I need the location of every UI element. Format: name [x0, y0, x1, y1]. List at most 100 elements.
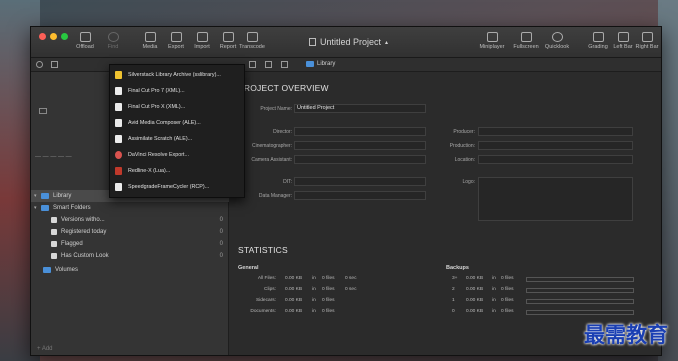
- dit-field[interactable]: [294, 177, 426, 186]
- logo-drop-area[interactable]: [478, 177, 633, 221]
- breadcrumb[interactable]: Library: [306, 61, 335, 67]
- report-label: Report: [219, 44, 237, 50]
- backup-count-label: 1: [452, 298, 455, 303]
- sidebar-item-label: Flagged: [61, 241, 83, 247]
- general-heading: General: [238, 265, 259, 271]
- sidebar-item-label: Has Custom Look: [61, 253, 109, 259]
- menu-item-redline[interactable]: Redline-X (Lua)...: [110, 163, 246, 179]
- stat-files: 0 files: [501, 309, 514, 314]
- project-overview-heading: PROJECT OVERVIEW: [238, 83, 329, 93]
- sidebar-item-label: Volumes: [55, 267, 79, 273]
- document-icon: [115, 87, 122, 95]
- menu-item-avid[interactable]: Avid Media Composer (ALE)...: [110, 115, 246, 131]
- project-name-field[interactable]: Untitled Project: [294, 104, 426, 113]
- sidebar-item-smart-folders[interactable]: ▾ Smart Folders: [31, 202, 229, 214]
- volumes-folder-icon: [43, 267, 51, 273]
- stat-in: in: [312, 287, 316, 292]
- stat-files: 0 files: [322, 287, 335, 292]
- stat-in: in: [492, 276, 496, 281]
- transcode-button[interactable]: Transcode: [237, 32, 267, 50]
- grading-button[interactable]: Grading: [584, 32, 612, 50]
- item-count: 0: [219, 253, 223, 259]
- grid-view-icon[interactable]: [249, 61, 256, 68]
- disclosure-triangle-icon[interactable]: ▾: [34, 202, 37, 214]
- miniplayer-label: Miniplayer: [479, 44, 505, 50]
- chevron-up-icon: ▴: [385, 39, 389, 46]
- list-view-icon[interactable]: [265, 61, 272, 68]
- statistics-heading: STATISTICS: [238, 245, 288, 255]
- sidebar-item-flagged[interactable]: Flagged 0: [31, 238, 229, 250]
- zoom-button[interactable]: [61, 33, 68, 40]
- sidebar-item-volumes[interactable]: Volumes: [31, 264, 229, 276]
- menu-item-scratch[interactable]: Assimilate Scratch (ALE)...: [110, 131, 246, 147]
- calendar-icon[interactable]: [51, 61, 58, 68]
- document-icon: [309, 38, 316, 46]
- sidebar-item-registered-today[interactable]: Registered today 0: [31, 226, 229, 238]
- data-manager-field[interactable]: [294, 191, 426, 200]
- menu-item-fcpx[interactable]: Final Cut Pro X (XML)...: [110, 99, 246, 115]
- quicklook-button[interactable]: Quicklook: [542, 32, 572, 50]
- backup-progress-bar: [526, 310, 634, 315]
- export-label: Export: [168, 44, 184, 50]
- production-label: Production:: [449, 143, 475, 149]
- sidebar-item-label: Versions witho...: [61, 217, 105, 223]
- stat-files: 0 files: [501, 287, 514, 292]
- stat-in: in: [492, 298, 496, 303]
- menu-item-label: Final Cut Pro 7 (XML)...: [128, 88, 185, 94]
- menu-item-label: SpeedgradeFrameCycler (RCP)...: [128, 184, 210, 190]
- detail-view-icon[interactable]: [281, 61, 288, 68]
- stat-row-all-files: All Files: 0.00 KB in 0 files 0 sec: [230, 276, 430, 284]
- item-count: 0: [219, 217, 223, 223]
- director-field[interactable]: [294, 127, 426, 136]
- folder-icon: [306, 61, 314, 67]
- find-label: Find: [107, 44, 119, 50]
- menu-item-speedgrade[interactable]: SpeedgradeFrameCycler (RCP)...: [110, 179, 246, 195]
- menu-item-fcp7[interactable]: Final Cut Pro 7 (XML)...: [110, 83, 246, 99]
- quicklook-icon: [551, 32, 563, 42]
- item-count: 0: [219, 229, 223, 235]
- stat-in: in: [492, 309, 496, 314]
- fullscreen-label: Fullscreen: [513, 44, 539, 50]
- smart-folder-icon: [41, 205, 49, 211]
- document-icon: [115, 103, 122, 111]
- backup-progress-bar: [526, 299, 634, 304]
- power-icon[interactable]: [36, 61, 43, 68]
- window-title[interactable]: Untitled Project ▴: [309, 37, 388, 47]
- right-bar-button[interactable]: Right Bar: [633, 32, 661, 50]
- producer-field[interactable]: [478, 127, 633, 136]
- document-icon: [115, 119, 122, 127]
- export-button[interactable]: Export: [162, 32, 190, 50]
- backup-count-label: 2: [452, 287, 455, 292]
- import-icon: [196, 32, 208, 42]
- production-field[interactable]: [478, 141, 633, 150]
- location-field[interactable]: [478, 155, 633, 164]
- sidebar-item-has-custom-look[interactable]: Has Custom Look 0: [31, 250, 229, 262]
- stat-size: 0.00 KB: [466, 298, 484, 303]
- right-bar-icon: [641, 32, 653, 42]
- menu-item-label: Silverstack Library Archive (sslibrary).…: [128, 72, 221, 78]
- sidebar-item-label: Smart Folders: [53, 205, 91, 211]
- location-label: Location:: [454, 157, 475, 163]
- resolve-icon: [115, 151, 122, 159]
- disclosure-triangle-icon[interactable]: ▾: [34, 190, 37, 202]
- sidebar-separator: — — — — —: [35, 154, 72, 160]
- find-button[interactable]: Find: [99, 32, 127, 50]
- add-button[interactable]: + Add: [37, 346, 53, 352]
- miniplayer-button[interactable]: Miniplayer: [477, 32, 507, 50]
- stat-row-sidecars: Sidecars: 0.00 KB in 0 files: [230, 298, 430, 306]
- camera-assistant-field[interactable]: [294, 155, 426, 164]
- stat-size: 0.00 KB: [466, 276, 484, 281]
- close-button[interactable]: [39, 33, 46, 40]
- cinematographer-field[interactable]: [294, 141, 426, 150]
- sidebar-item-versions[interactable]: Versions witho... 0: [31, 214, 229, 226]
- fullscreen-button[interactable]: Fullscreen: [511, 32, 541, 50]
- media-icon: [144, 32, 156, 42]
- offload-button[interactable]: Offload: [71, 32, 99, 50]
- backup-row-3plus: 3+ 0.00 KB in 0 files: [446, 276, 656, 284]
- smart-folder-icon: [51, 229, 57, 235]
- menu-item-resolve[interactable]: DaVinci Resolve Export...: [110, 147, 246, 163]
- media-button[interactable]: Media: [136, 32, 164, 50]
- import-button[interactable]: Import: [188, 32, 216, 50]
- menu-item-silverstack-archive[interactable]: Silverstack Library Archive (sslibrary).…: [110, 67, 246, 83]
- minimize-button[interactable]: [50, 33, 57, 40]
